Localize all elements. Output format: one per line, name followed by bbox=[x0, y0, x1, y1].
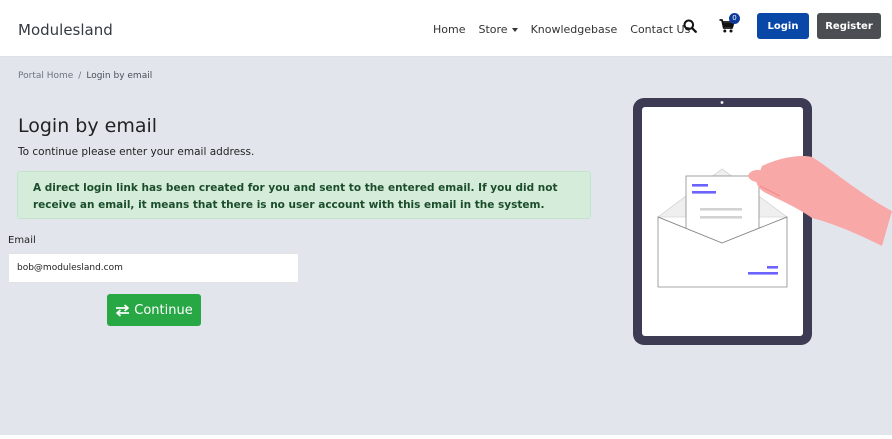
continue-button[interactable]: Continue bbox=[107, 294, 201, 326]
login-button[interactable]: Login bbox=[757, 13, 809, 39]
breadcrumb-separator: / bbox=[78, 71, 82, 81]
breadcrumb: Portal Home / Login by email bbox=[18, 71, 152, 81]
nav-contact[interactable]: Contact Us bbox=[630, 23, 690, 36]
nav-knowledgebase[interactable]: Knowledgebase bbox=[531, 23, 618, 36]
email-input[interactable] bbox=[8, 253, 299, 283]
nav-home[interactable]: Home bbox=[433, 23, 465, 36]
breadcrumb-current: Login by email bbox=[86, 71, 153, 81]
success-alert: A direct login link has been created for… bbox=[17, 171, 591, 219]
exchange-arrows-icon bbox=[116, 303, 130, 317]
page-title: Login by email bbox=[18, 115, 158, 137]
tablet-email-illustration bbox=[633, 98, 892, 345]
breadcrumb-home[interactable]: Portal Home bbox=[18, 71, 73, 81]
nav-links: Home Store Knowledgebase Contact Us bbox=[433, 23, 703, 36]
email-label: Email bbox=[8, 235, 36, 246]
continue-label: Continue bbox=[134, 302, 193, 318]
nav-store[interactable]: Store bbox=[478, 23, 518, 36]
search-icon[interactable] bbox=[683, 19, 697, 33]
register-button[interactable]: Register bbox=[817, 13, 881, 39]
nav-store-label: Store bbox=[478, 23, 508, 36]
chevron-down-icon bbox=[511, 28, 518, 32]
brand-logo[interactable]: Modulesland bbox=[18, 21, 113, 39]
bottom-strip bbox=[0, 435, 892, 439]
page-subtitle: To continue please enter your email addr… bbox=[18, 146, 255, 158]
cart-count-badge: 0 bbox=[729, 13, 740, 24]
